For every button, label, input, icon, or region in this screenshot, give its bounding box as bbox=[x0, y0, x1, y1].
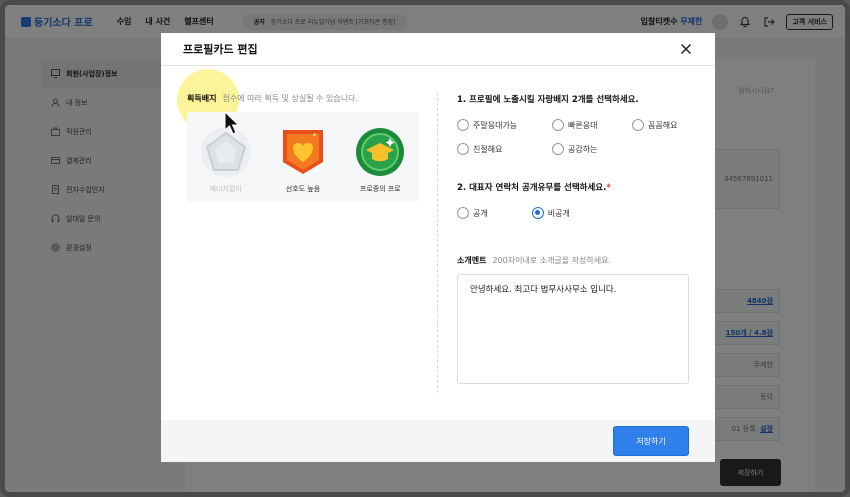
required-mark: * bbox=[606, 183, 611, 193]
badge-manner: 매너지킴이 bbox=[191, 126, 261, 202]
option-label: 비공개 bbox=[547, 208, 570, 218]
badges-section: 획득배지 점수에 따라 획득 및 상실될 수 있습니다. 매너지킴이 선호도 높… bbox=[177, 69, 427, 202]
option-label: 주말응대가능 bbox=[473, 120, 518, 130]
option-label: 친절해요 bbox=[473, 144, 503, 154]
badges-label: 획득배지 bbox=[187, 94, 217, 103]
question-badges: 1. 프로필에 노출시킬 자랑배지 2개를 선택하세요. bbox=[457, 95, 639, 105]
badge-label: 프로중의 프로 bbox=[359, 185, 401, 193]
badges-header: 획득배지 점수에 따라 획득 및 상실될 수 있습니다. bbox=[187, 93, 427, 104]
option-public[interactable]: 공개 bbox=[457, 207, 488, 219]
radio-button[interactable] bbox=[632, 119, 644, 131]
question-contact-text: 2. 대표자 연락처 공개유무를 선택하세요. bbox=[457, 183, 607, 193]
modal-title: 프로필카드 편집 bbox=[183, 43, 258, 56]
option-fast[interactable]: 빠른응대 bbox=[552, 119, 632, 131]
profile-card-modal: 프로필카드 편집 획득배지 점수에 따라 획득 및 상실될 수 있습니다. 매너… bbox=[161, 33, 715, 462]
intro-label: 소개멘트 bbox=[457, 256, 487, 265]
radio-button[interactable] bbox=[457, 119, 469, 131]
badge-label: 선호도 높음 bbox=[285, 185, 321, 193]
badges-panel: 매너지킴이 선호도 높음 프로중의 프로 bbox=[187, 112, 419, 202]
badge-label: 매너지킴이 bbox=[209, 185, 242, 193]
radio-button[interactable] bbox=[552, 119, 564, 131]
radio-button[interactable] bbox=[457, 143, 469, 155]
intro-textarea[interactable]: 안녕하세요. 최고다 법무사사무소 입니다. bbox=[457, 274, 689, 384]
modal-footer: 저장하기 bbox=[161, 420, 715, 462]
save-button[interactable]: 저장하기 bbox=[613, 426, 689, 456]
option-kind[interactable]: 친절해요 bbox=[457, 143, 552, 155]
heart-badge-icon bbox=[282, 130, 323, 174]
graduation-badge-icon bbox=[356, 128, 405, 176]
intro-header: 소개멘트 200자이내로 소개글을 작성하세요. bbox=[457, 255, 697, 266]
settings-section: 1. 프로필에 노출시킬 자랑배지 2개를 선택하세요. 주말응대가능 빠른응대… bbox=[457, 93, 697, 384]
radio-button[interactable] bbox=[552, 143, 564, 155]
question-contact: 2. 대표자 연락처 공개유무를 선택하세요.* bbox=[457, 181, 697, 193]
badges-desc: 점수에 따라 획득 및 상실될 수 있습니다. bbox=[222, 94, 359, 103]
modal-header: 프로필카드 편집 bbox=[161, 33, 715, 66]
radio-button[interactable] bbox=[457, 207, 469, 219]
badge-preference: 선호도 높음 bbox=[268, 126, 338, 202]
option-empathy[interactable]: 공감하는 bbox=[552, 143, 632, 155]
close-icon[interactable] bbox=[679, 42, 693, 56]
badge-options: 주말응대가능 빠른응대 꼼꼼해요 친절해요 공감하는 bbox=[457, 119, 697, 155]
mouse-cursor-icon bbox=[224, 111, 240, 135]
column-divider bbox=[437, 93, 438, 393]
contact-options: 공개 비공개 bbox=[457, 207, 697, 219]
option-label: 공감하는 bbox=[568, 144, 598, 154]
option-label: 꼼꼼해요 bbox=[648, 120, 678, 130]
option-private[interactable]: 비공개 bbox=[531, 207, 570, 219]
option-label: 빠른응대 bbox=[568, 120, 598, 130]
option-weekend[interactable]: 주말응대가능 bbox=[457, 119, 552, 131]
intro-hint: 200자이내로 소개글을 작성하세요. bbox=[492, 256, 612, 265]
option-label: 공개 bbox=[473, 208, 488, 218]
app-frame: 등기소다 프로 수임 내 사건 헬프센터 공지 등기소다 프로 리뉴얼기념 이벤… bbox=[0, 0, 850, 497]
option-thorough[interactable]: 꼼꼼해요 bbox=[632, 119, 702, 131]
badge-pro: 프로중의 프로 bbox=[345, 126, 415, 202]
radio-button-selected[interactable] bbox=[531, 207, 544, 219]
